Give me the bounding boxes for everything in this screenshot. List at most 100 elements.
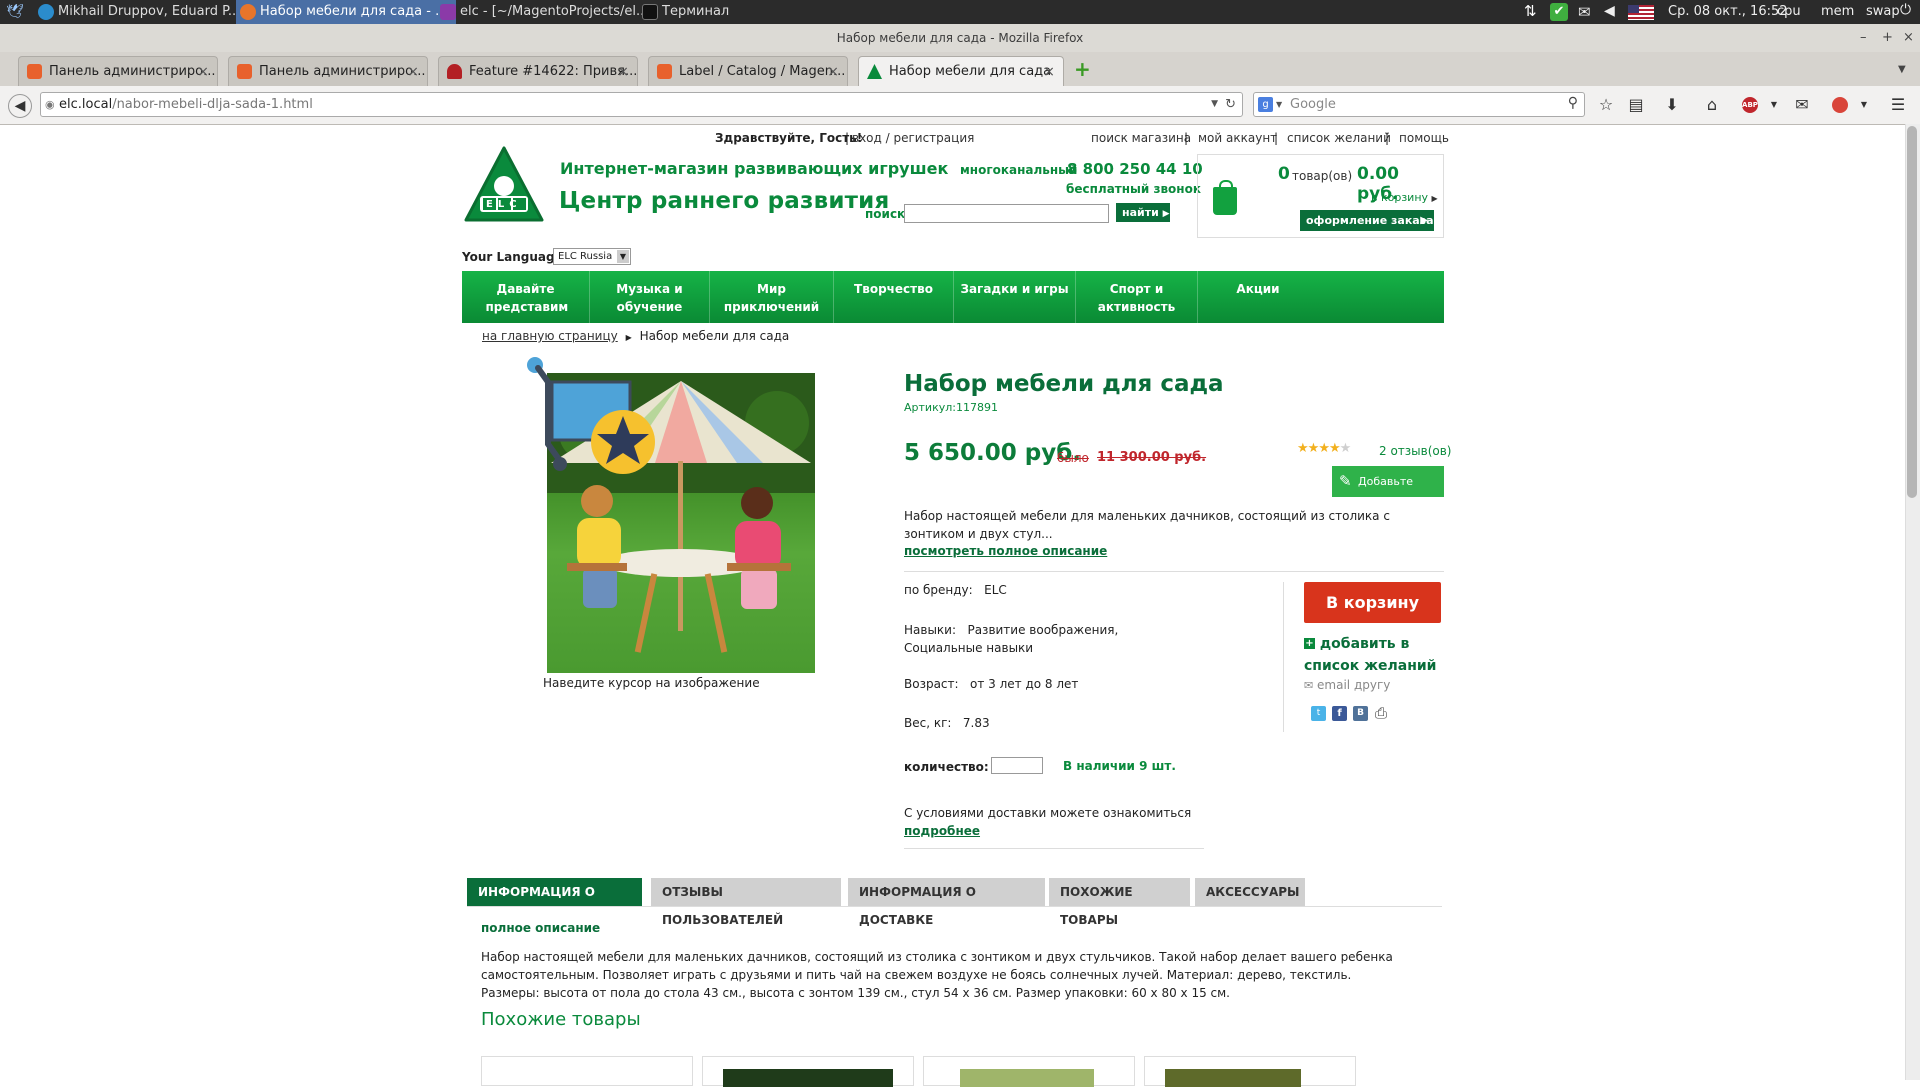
taskbar-item-ide[interactable]: elc - [~/MagentoProjects/el... — [436, 0, 656, 24]
short-description: Набор настоящей мебели для маленьких дач… — [904, 509, 1390, 541]
similar-product-card[interactable] — [481, 1056, 693, 1086]
app-menu-icon[interactable]: 🕊 — [6, 4, 24, 20]
vkontakte-icon[interactable]: B — [1353, 706, 1368, 721]
extension-icon[interactable] — [1832, 97, 1848, 113]
delivery-link[interactable]: подробнее — [904, 824, 980, 838]
power-icon[interactable]: ⏻ — [1900, 2, 1911, 18]
site-logo[interactable]: ELC — [464, 146, 544, 224]
taskbar-item-terminal[interactable]: Терминал — [638, 0, 782, 24]
store-search-link[interactable]: поиск магазина — [1091, 131, 1191, 145]
attr-value: ELC — [984, 583, 1007, 597]
adblock-menu-icon[interactable]: ▼ — [1764, 95, 1784, 115]
downloads-icon[interactable]: ⬇ — [1662, 95, 1682, 115]
url-dropdown-icon[interactable]: ▼ — [1211, 93, 1218, 116]
gmail-icon[interactable]: ✉ — [1792, 95, 1812, 115]
close-tab-icon[interactable]: × — [617, 57, 629, 86]
help-link[interactable]: помощь — [1399, 131, 1449, 145]
tab-user-reviews[interactable]: ОТЗЫВЫ ПОЛЬЗОВАТЕЛЕЙ — [651, 878, 841, 927]
twitter-icon[interactable]: t — [1311, 706, 1326, 721]
facebook-icon[interactable]: f — [1332, 706, 1347, 721]
email-friend-link[interactable]: ✉ email другу — [1304, 678, 1390, 692]
update-ok-icon[interactable]: ✔ — [1550, 3, 1568, 21]
web-search-input[interactable]: g ▼ Google ⚲ — [1253, 92, 1585, 117]
add-to-wishlist-link[interactable]: + добавить в список желаний — [1304, 633, 1444, 677]
print-icon[interactable]: ⎙ — [1375, 704, 1387, 722]
close-tab-icon[interactable]: × — [197, 57, 209, 86]
bookmarks-list-icon[interactable]: ▤ — [1626, 95, 1646, 115]
taskbar-item-firefox[interactable]: Набор мебели для сада - ... — [236, 0, 456, 24]
my-account-link[interactable]: мой аккаунт — [1198, 131, 1277, 145]
menu-item[interactable]: Давайте представим — [462, 271, 590, 323]
star-filled-icon: ★ — [1318, 441, 1330, 456]
close-tab-icon[interactable]: × — [407, 57, 419, 86]
star-cart-badge-icon — [527, 357, 655, 474]
minimize-icon[interactable]: – — [1860, 24, 1867, 52]
mail-icon[interactable]: ✉ — [1578, 3, 1591, 21]
menu-item[interactable]: Музыка и обучение — [590, 271, 710, 323]
similar-product-card[interactable] — [923, 1056, 1135, 1087]
wishlist-link[interactable]: список желаний — [1287, 131, 1391, 145]
close-tab-icon[interactable]: × — [1043, 57, 1055, 86]
divider: | — [1274, 131, 1279, 145]
reload-icon[interactable]: ↻ — [1225, 93, 1236, 116]
browser-tab-active[interactable]: Набор мебели для сада × — [858, 56, 1064, 86]
reviews-link[interactable]: 2 отзыв(ов) — [1379, 444, 1452, 458]
bookmark-star-icon[interactable]: ☆ — [1596, 95, 1616, 115]
attribute-brand: по бренду: ELC — [904, 583, 1007, 597]
divider: | — [1184, 131, 1189, 145]
tab-accessories[interactable]: АКСЕССУАРЫ — [1195, 878, 1305, 906]
menu-item[interactable]: Спорт и активность — [1076, 271, 1198, 323]
site-search-button[interactable]: найти ▶ — [1116, 203, 1170, 222]
us-flag-icon[interactable] — [1628, 5, 1654, 20]
language-select[interactable]: ELC Russia ▼ — [553, 248, 631, 265]
menu-item[interactable]: Мир приключений — [710, 271, 834, 323]
similar-product-card[interactable] — [1144, 1056, 1356, 1087]
clock[interactable]: Ср. 08 окт., 16:52 — [1668, 0, 1788, 24]
delivery-text: С условиями доставки можете ознакомиться — [904, 806, 1192, 820]
tab-product-info[interactable]: ИНФОРМАЦИЯ О ТОВАРЕ — [467, 878, 642, 927]
new-tab-icon[interactable]: + — [1074, 59, 1092, 79]
engine-dropdown-icon[interactable]: ▼ — [1276, 93, 1282, 116]
window-titlebar: Набор мебели для сада - Mozilla Firefox … — [0, 24, 1920, 53]
close-window-icon[interactable]: × — [1903, 24, 1914, 52]
close-tab-icon[interactable]: × — [827, 57, 839, 86]
browser-tab[interactable]: Label / Catalog / Magen... × — [648, 56, 848, 86]
home-icon[interactable]: ⌂ — [1702, 95, 1722, 115]
tab-similar-products[interactable]: ПОХОЖИЕ ТОВАРЫ — [1049, 878, 1190, 927]
url-input[interactable]: ◉ elc.local/nabor-mebeli-dlja-sada-1.htm… — [40, 92, 1243, 117]
tab-delivery-info[interactable]: ИНФОРМАЦИЯ О ДОСТАВКЕ — [848, 878, 1045, 927]
tab-list-icon[interactable]: ▼ — [1898, 64, 1906, 75]
triangle-right-icon: ▶ — [625, 333, 632, 342]
login-link[interactable]: вход / регистрация — [852, 131, 974, 145]
breadcrumb-home-link[interactable]: на главную страницу — [482, 329, 618, 343]
add-to-cart-button[interactable]: В корзину — [1304, 582, 1441, 623]
back-icon[interactable]: ◀ — [8, 94, 32, 118]
add-review-button[interactable]: ✎ Добавьте отзыв — [1332, 466, 1444, 519]
browser-tab[interactable]: Панель администриро... × — [228, 56, 428, 86]
scrollbar-thumb[interactable] — [1907, 126, 1917, 498]
browser-tab[interactable]: Feature #14622: Привя... × — [438, 56, 638, 86]
checkout-button[interactable]: оформление заказа ▶ — [1300, 210, 1434, 231]
extension-menu-icon[interactable]: ▼ — [1854, 95, 1874, 115]
volume-icon[interactable]: ◀ — [1604, 3, 1615, 19]
hamburger-menu-icon[interactable]: ☰ — [1888, 95, 1908, 115]
shopping-bag-icon[interactable] — [1213, 180, 1237, 215]
similar-product-card[interactable] — [702, 1056, 914, 1087]
go-to-cart-link[interactable]: в корзину ▶ — [1371, 191, 1438, 204]
tab-label: Набор мебели для сада — [889, 64, 1052, 79]
maximize-icon[interactable]: + — [1882, 24, 1893, 52]
menu-item[interactable]: Загадки и игры — [954, 271, 1076, 323]
quantity-input[interactable] — [991, 757, 1043, 774]
browser-tab[interactable]: Панель администриро... × — [18, 56, 218, 86]
adblock-icon[interactable]: ABP — [1742, 97, 1758, 113]
menu-item[interactable]: Творчество — [834, 271, 954, 323]
full-description-link[interactable]: посмотреть полное описание — [904, 544, 1107, 558]
menu-item[interactable]: Акции — [1198, 271, 1318, 323]
taskbar-item-chat[interactable]: Mikhail Druppov, Eduard P... — [34, 0, 254, 24]
google-engine-icon[interactable]: g — [1258, 97, 1273, 112]
rating-stars[interactable]: ★★★★★ — [1297, 441, 1351, 456]
site-search-input[interactable] — [904, 204, 1109, 223]
search-icon[interactable]: ⚲ — [1568, 92, 1578, 115]
product-thumbnail — [723, 1069, 893, 1087]
network-icon[interactable]: ⇅ — [1524, 2, 1537, 20]
